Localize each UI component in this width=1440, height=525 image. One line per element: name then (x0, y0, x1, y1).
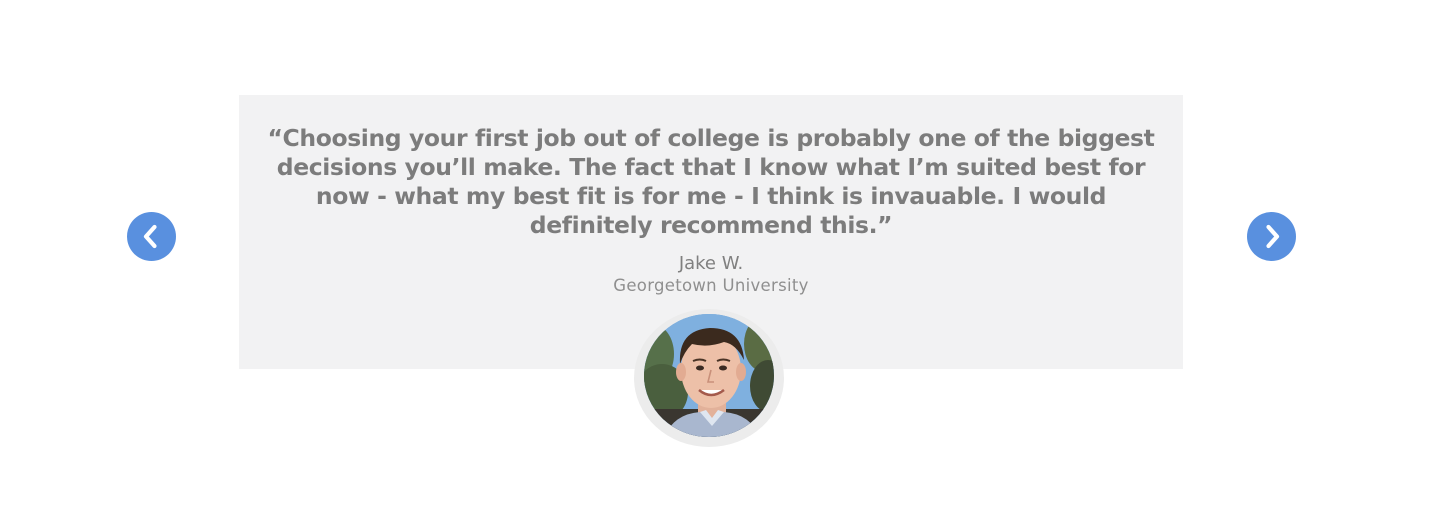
testimonial-quote: “Choosing your first job out of college … (267, 124, 1155, 239)
avatar-portrait (644, 314, 774, 437)
previous-testimonial-button[interactable] (127, 212, 176, 261)
chevron-right-icon (1266, 224, 1280, 249)
next-testimonial-button[interactable] (1247, 212, 1296, 261)
author-name: Jake W. (678, 253, 744, 274)
author-school: Georgetown University (613, 276, 809, 295)
chevron-left-icon (143, 224, 157, 249)
avatar (644, 314, 774, 437)
